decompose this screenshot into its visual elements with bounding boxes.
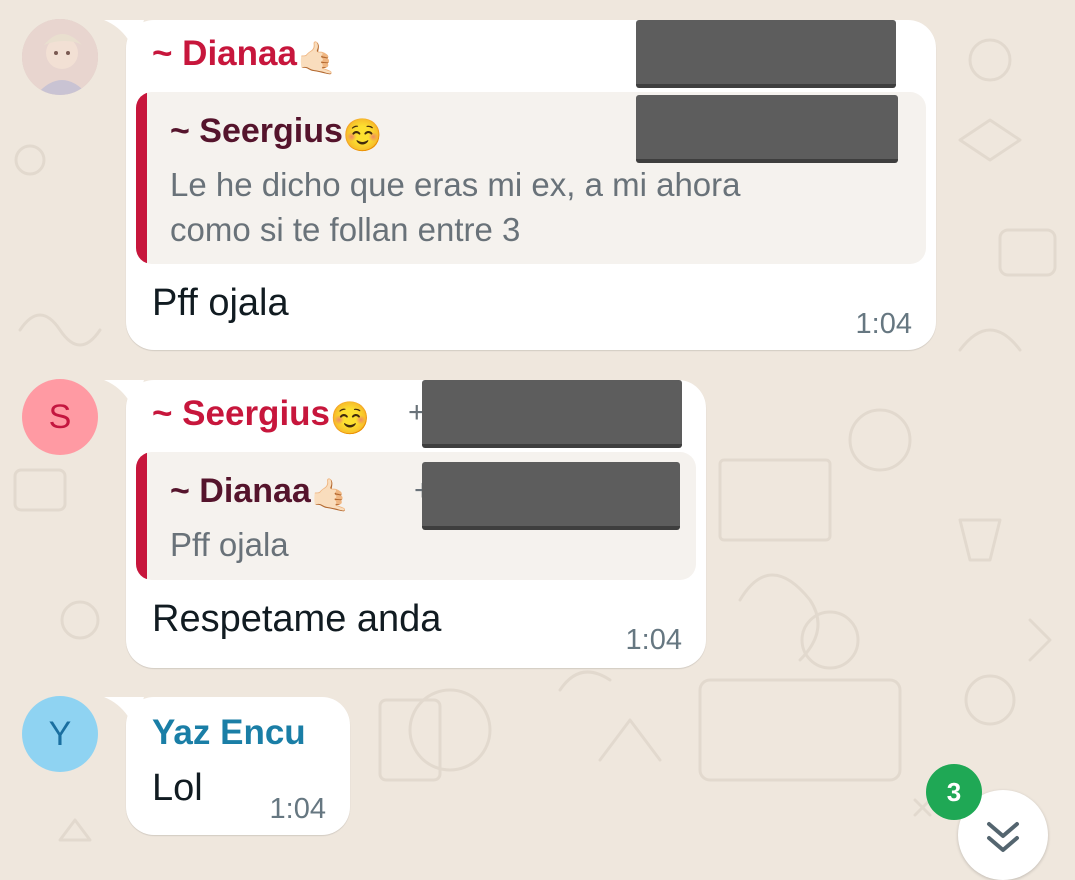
bubble-tail [104,380,144,410]
redacted-phone-number [422,462,680,530]
message-bubble-seergius[interactable]: ~ Seergius☺️ + ~ Dianaa🤙🏻 + Pff ojala Re… [104,380,706,668]
message-bubble-yaz[interactable]: Yaz Encu Lol 1:04 [104,697,350,835]
message-time: 1:04 [269,793,326,825]
unread-count-badge[interactable]: 3 [926,764,982,820]
redacted-phone-number [636,95,898,163]
quoted-text: Pff ojala [170,526,289,563]
smiling-face-emoji: ☺️ [330,400,370,436]
quote-accent-bar [136,452,147,580]
sender-name[interactable]: ~ Dianaa🤙🏻 [152,34,337,74]
message-time: 1:04 [625,624,682,656]
quoted-sender-name: ~ Dianaa🤙🏻 [170,472,351,513]
sender-name[interactable]: Yaz Encu [152,713,306,753]
message-time: 1:04 [855,308,912,340]
message-text: Respetame anda [152,598,442,640]
bubble-tail [104,20,144,50]
quoted-message[interactable]: ~ Dianaa🤙🏻 + Pff ojala [136,452,696,580]
sender-name[interactable]: ~ Seergius☺️ [152,394,370,434]
quoted-sender-name: ~ Seergius☺️ [170,112,383,153]
profile-photo-icon [22,19,98,95]
message-bubble-dianaa[interactable]: ~ Dianaa🤙🏻 ~ Seergius☺️ Le he dicho que … [104,20,936,350]
avatar-s[interactable]: S [22,379,98,455]
avatar-y[interactable]: Y [22,696,98,772]
quoted-text: Le he dicho que eras mi ex, a mi ahora c… [170,166,741,248]
message-text: Pff ojala [152,282,289,324]
call-me-hand-emoji: 🤙🏻 [296,40,337,76]
double-chevron-down-icon [987,822,1019,852]
quoted-message[interactable]: ~ Seergius☺️ Le he dicho que eras mi ex,… [136,92,926,264]
redacted-phone-number [422,380,682,448]
smiling-face-emoji: ☺️ [342,117,383,153]
avatar[interactable] [22,19,98,95]
call-me-hand-emoji: 🤙🏻 [310,477,351,513]
redacted-phone-number [636,20,896,88]
message-text: Lol [152,767,203,809]
bubble-tail [104,697,144,727]
quote-accent-bar [136,92,147,264]
